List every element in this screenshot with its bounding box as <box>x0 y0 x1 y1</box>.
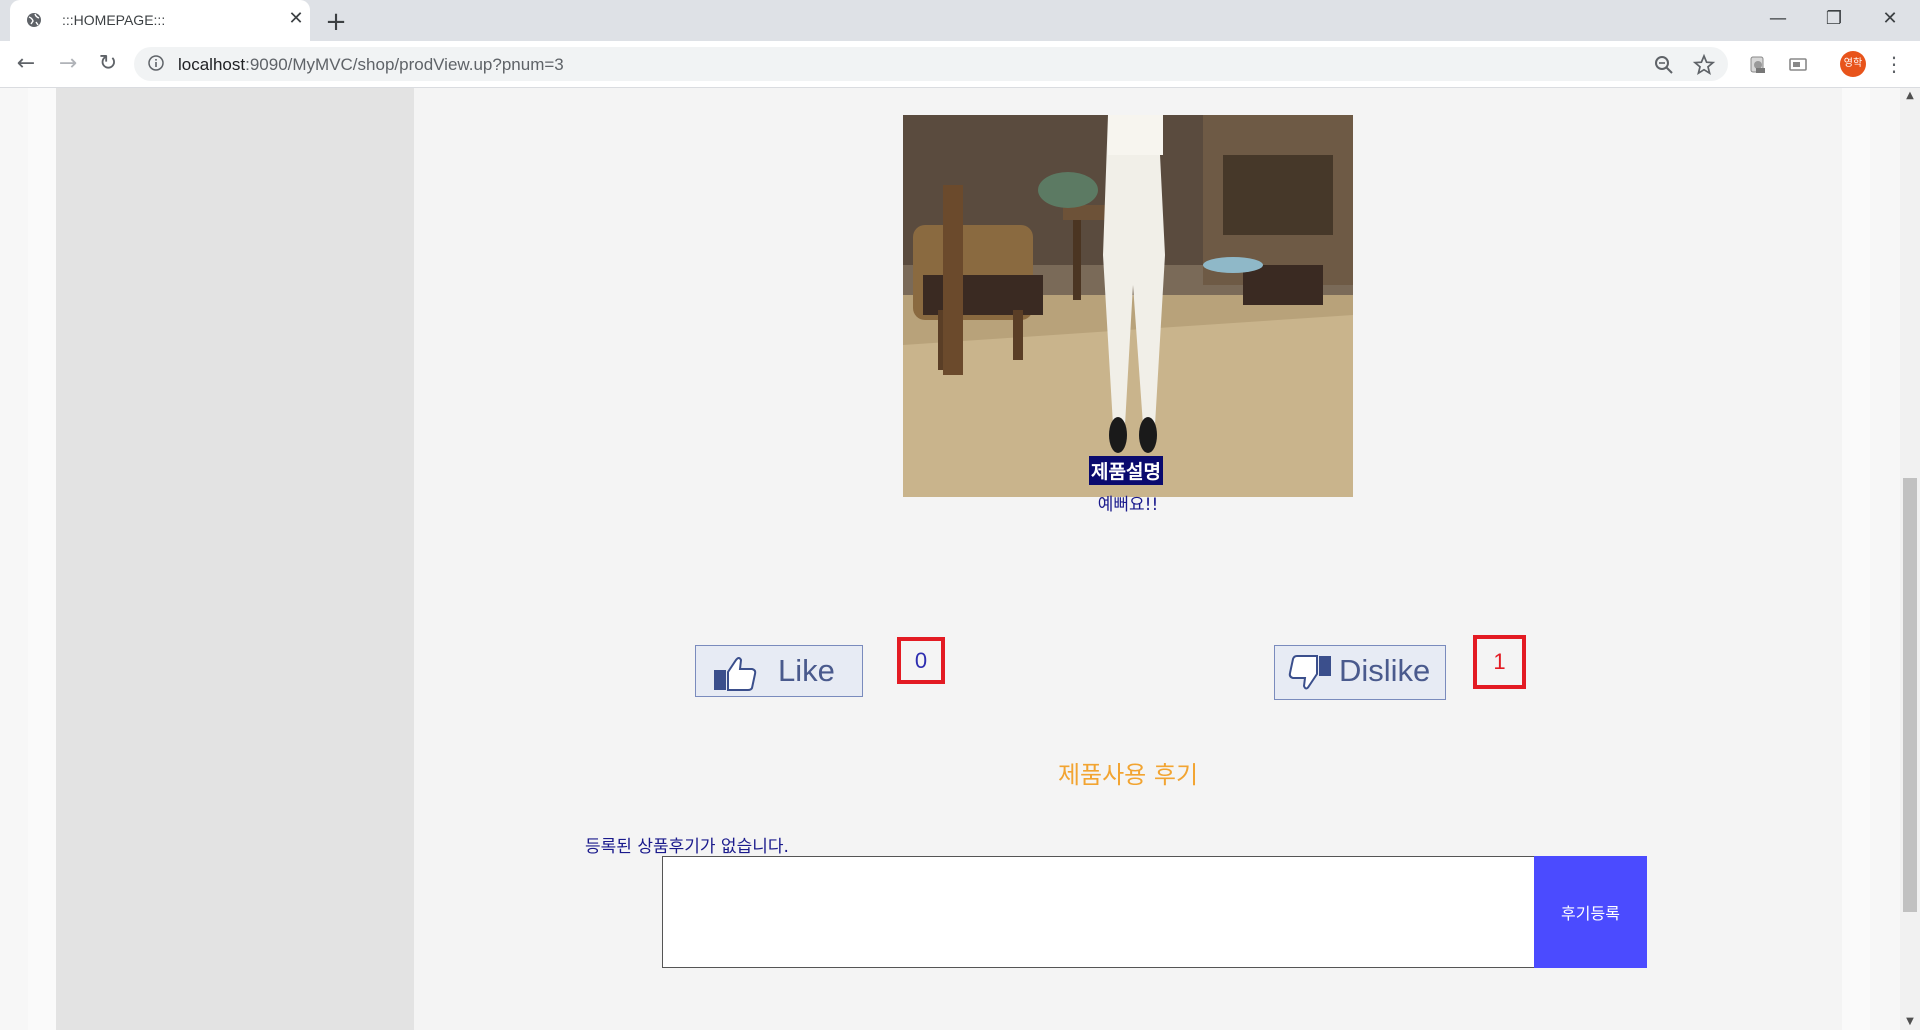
thumbs-up-icon <box>712 654 758 696</box>
info-icon[interactable] <box>148 55 164 71</box>
thumbs-down-icon <box>1287 654 1333 698</box>
review-submit-button[interactable]: 후기등록 <box>1534 856 1647 968</box>
tab-title: :::HOMEPAGE::: <box>62 12 166 28</box>
scroll-thumb[interactable] <box>1903 478 1917 912</box>
like-label: Like <box>778 653 835 688</box>
back-button[interactable]: ← <box>12 50 40 78</box>
forward-button[interactable]: → <box>54 50 82 78</box>
url-host: localhost <box>178 55 246 74</box>
restore-button[interactable]: ❐ <box>1806 0 1862 38</box>
like-button[interactable]: Like <box>695 645 863 697</box>
review-section-title: 제품사용 후기 <box>1057 761 1199 789</box>
no-review-message: 등록된 상품후기가 없습니다. <box>585 837 789 857</box>
minimize-button[interactable]: — <box>1750 0 1806 38</box>
dislike-button[interactable]: Dislike <box>1274 645 1446 700</box>
reload-button[interactable]: ↻ <box>94 50 122 78</box>
zoom-icon[interactable] <box>1652 53 1676 77</box>
tab-close-icon[interactable]: ✕ <box>286 9 306 29</box>
left-sidebar <box>56 88 414 1030</box>
browser-tab[interactable]: :::HOMEPAGE::: ✕ <box>10 0 310 41</box>
product-description-title: 제품설명 <box>1089 456 1163 485</box>
vertical-scrollbar[interactable]: ▲ ▼ <box>1900 88 1920 1030</box>
url-text: localhost:9090/MyMVC/shop/prodView.up?pn… <box>178 55 564 75</box>
menu-kebab-icon[interactable]: ⋮ <box>1884 51 1904 77</box>
scroll-down-icon[interactable]: ▼ <box>1900 1014 1920 1030</box>
url-path: :9090/MyMVC/shop/prodView.up?pnum=3 <box>245 55 564 74</box>
scroll-up-icon[interactable]: ▲ <box>1900 88 1920 104</box>
tab-strip: :::HOMEPAGE::: ✕ + — ❐ ✕ <box>0 0 1920 41</box>
dislike-label: Dislike <box>1339 653 1431 688</box>
product-image <box>903 115 1353 497</box>
extension-icon[interactable] <box>1746 53 1770 77</box>
product-description-text: 예뻐요!! <box>1097 495 1159 515</box>
dislike-count-badge: 1 <box>1473 635 1526 689</box>
browser-toolbar: ← → ↻ localhost:9090/MyMVC/shop/prodView… <box>0 41 1920 88</box>
cast-icon[interactable] <box>1786 53 1810 77</box>
new-tab-button[interactable]: + <box>322 8 350 36</box>
address-bar[interactable]: localhost:9090/MyMVC/shop/prodView.up?pn… <box>134 47 1728 81</box>
bookmark-star-icon[interactable] <box>1692 53 1716 77</box>
window-close-button[interactable]: ✕ <box>1862 0 1918 38</box>
globe-icon <box>26 12 42 28</box>
review-textarea[interactable] <box>662 856 1535 968</box>
like-count-badge: 0 <box>897 637 945 684</box>
profile-avatar[interactable]: 영학 <box>1840 51 1866 77</box>
